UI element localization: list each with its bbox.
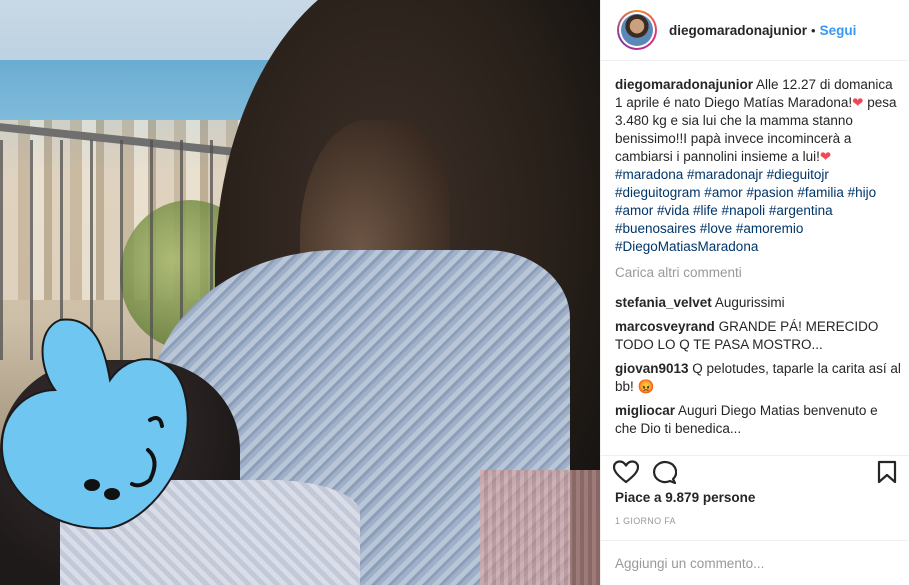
red-heart-emoji-icon-2: ❤: [819, 149, 832, 164]
comment-text: Augurissimi: [711, 295, 785, 310]
follow-button[interactable]: Segui: [820, 23, 857, 38]
comment-username[interactable]: stefania_velvet: [615, 295, 712, 310]
post-sidebar: diegomaradonajunior • Segui diegomaradon…: [600, 0, 909, 585]
avatar-ring: [619, 12, 655, 48]
caption-hashtags[interactable]: #maradona #maradonajr #dieguitojr #diegu…: [615, 167, 876, 254]
post-caption: diegomaradonajunior Alle 12.27 di domani…: [615, 76, 901, 256]
red-heart-emoji-icon: ❤: [852, 95, 864, 110]
speech-bubble-icon[interactable]: [651, 460, 677, 484]
load-more-comments[interactable]: Carica altri commenti: [615, 264, 901, 282]
heart-sticker-icon: [0, 318, 189, 530]
caption-username[interactable]: diegomaradonajunior: [615, 77, 753, 92]
comment-item: stefania_velvet Augurissimi: [615, 294, 901, 312]
header-username[interactable]: diegomaradonajunior: [669, 23, 807, 38]
action-bar: [601, 455, 909, 486]
instagram-post: diegomaradonajunior • Segui diegomaradon…: [0, 0, 909, 585]
add-comment-input[interactable]: Aggiungi un commento...: [601, 540, 909, 585]
post-photo[interactable]: [0, 0, 600, 585]
comment-item: marcosveyrand GRANDE PÁ! MERECIDO TODO L…: [615, 318, 901, 354]
avatar-image: [621, 14, 653, 46]
comment-item: giovan9013 Q pelotudes, taparle la carit…: [615, 360, 901, 396]
likes-count[interactable]: Piace a 9.879 persone: [615, 490, 755, 505]
post-timestamp: 1 GIORNO FA: [615, 516, 676, 526]
bookmark-icon[interactable]: [877, 460, 897, 484]
avatar[interactable]: [617, 10, 657, 50]
comment-username[interactable]: migliocar: [615, 403, 675, 418]
comments-section: diegomaradonajunior Alle 12.27 di domani…: [615, 76, 901, 448]
comment-username[interactable]: giovan9013: [615, 361, 689, 376]
action-icons: [613, 460, 677, 484]
separator-dot: •: [811, 22, 816, 38]
heart-outline-icon[interactable]: [613, 460, 639, 484]
photo-pink-cloth: [480, 470, 600, 585]
comment-item: migliocar Auguri Diego Matias benvenuto …: [615, 402, 901, 438]
comment-username[interactable]: marcosveyrand: [615, 319, 715, 334]
post-header: diegomaradonajunior • Segui: [601, 0, 909, 61]
